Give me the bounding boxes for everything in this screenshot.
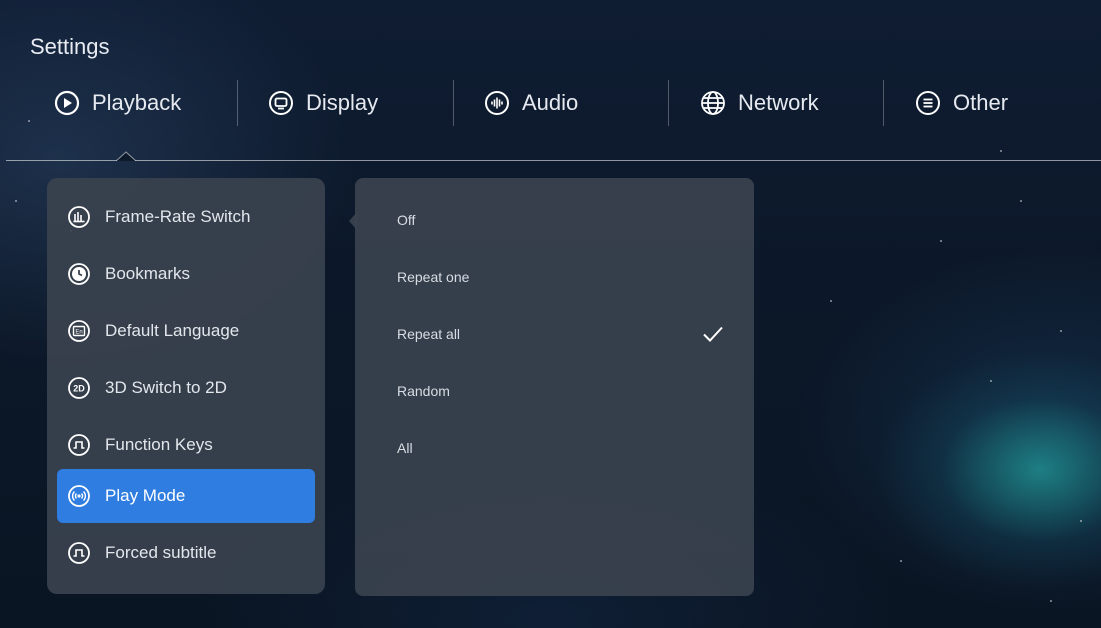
tab-divider (668, 80, 669, 126)
function-key-icon (67, 433, 91, 457)
play-circle-icon (54, 90, 80, 116)
globe-icon (700, 90, 726, 116)
menu-item-label: Forced subtitle (105, 543, 217, 562)
menu-circle-icon (915, 90, 941, 116)
option-label: Random (397, 383, 450, 399)
tab-playback[interactable]: Playback (54, 80, 181, 126)
tab-network[interactable]: Network (700, 80, 819, 126)
menu-item-label: Play Mode (105, 486, 186, 505)
option-label: All (397, 440, 413, 456)
menu-item-play-mode[interactable]: Play Mode (57, 469, 315, 523)
option-all[interactable]: All (355, 420, 754, 476)
svg-text:En: En (75, 330, 82, 336)
option-label: Off (397, 212, 416, 228)
menu-item-bookmarks[interactable]: Bookmarks (57, 247, 315, 301)
tab-label: Playback (92, 90, 182, 115)
language-icon: En (67, 319, 91, 343)
frame-rate-icon (67, 205, 91, 229)
menu-item-label: Frame-Rate Switch (105, 207, 251, 226)
broadcast-icon (67, 484, 91, 508)
clock-icon (67, 262, 91, 286)
menu-item-frame-rate-switch[interactable]: Frame-Rate Switch (57, 190, 315, 244)
option-random[interactable]: Random (355, 363, 754, 419)
tab-label: Display (306, 90, 379, 115)
menu-item-function-keys[interactable]: Function Keys (57, 418, 315, 472)
function-key-icon (67, 541, 91, 565)
page-title: Settings (30, 34, 110, 59)
selected-tab-indicator (116, 151, 136, 161)
menu-item-default-language[interactable]: En Default Language (57, 304, 315, 358)
menu-item-label: Default Language (105, 321, 240, 340)
tab-divider (883, 80, 884, 126)
tab-divider (237, 80, 238, 126)
tab-label: Network (738, 90, 819, 115)
play-mode-options-panel: Off Repeat one Repeat all Random All (355, 178, 754, 596)
menu-item-label: 3D Switch to 2D (105, 378, 227, 397)
tab-label: Audio (522, 90, 579, 115)
2d-icon: 2D (67, 376, 91, 400)
option-label: Repeat all (397, 326, 461, 342)
tab-underline (6, 160, 1101, 161)
tab-audio[interactable]: Audio (484, 80, 578, 126)
menu-item-forced-subtitle[interactable]: Forced subtitle (57, 526, 315, 580)
menu-item-label: Function Keys (105, 435, 213, 454)
option-label: Repeat one (397, 269, 470, 285)
tab-label: Other (953, 90, 1009, 115)
menu-item-3d-switch-to-2d[interactable]: 2D 3D Switch to 2D (57, 361, 315, 415)
option-off[interactable]: Off (355, 192, 754, 248)
svg-text:2D: 2D (73, 384, 85, 394)
menu-item-label: Bookmarks (105, 264, 191, 283)
monitor-icon (268, 90, 294, 116)
playback-menu: Frame-Rate Switch Bookmarks En Default L… (47, 178, 325, 594)
checkmark-icon (703, 326, 723, 342)
option-repeat-all[interactable]: Repeat all (355, 306, 754, 362)
audio-wave-icon (484, 90, 510, 116)
tab-other[interactable]: Other (915, 80, 1008, 126)
tab-display[interactable]: Display (268, 80, 378, 126)
option-repeat-one[interactable]: Repeat one (355, 249, 754, 305)
tab-divider (453, 80, 454, 126)
